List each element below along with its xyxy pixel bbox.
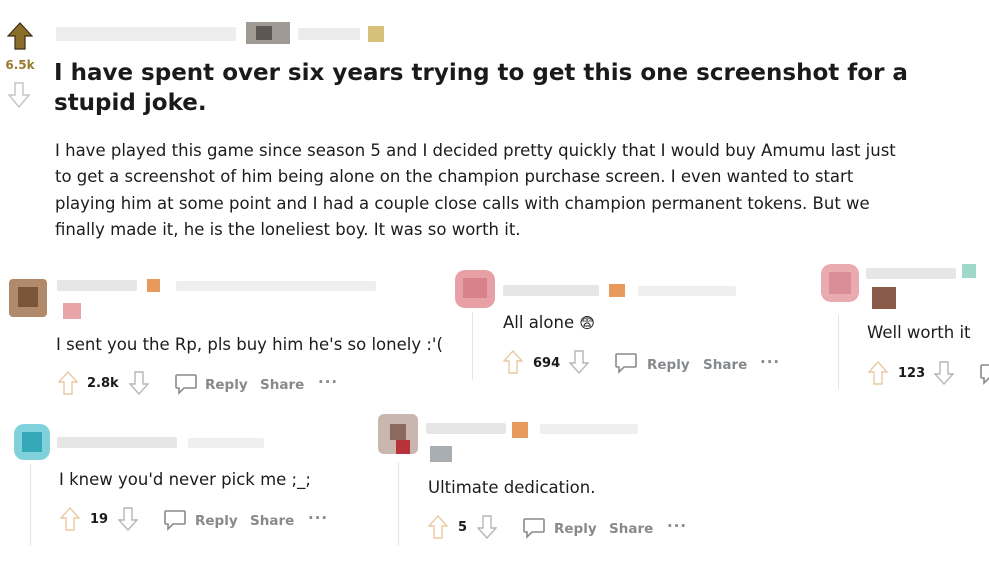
thread-line (30, 464, 31, 546)
comment-2-text: All alone 😨 (503, 313, 595, 332)
comment-5-text: Ultimate dedication. (428, 478, 596, 497)
comment-5-more-button[interactable]: ··· (667, 517, 687, 535)
comment-1-reply-icon[interactable] (174, 373, 198, 395)
post-upvote-icon[interactable] (7, 22, 33, 50)
comment-1-more-button[interactable]: ··· (318, 373, 338, 391)
comment-4-upvote-icon[interactable] (60, 507, 80, 531)
comment-3-upvote-icon[interactable] (868, 361, 888, 385)
comment-1-reply-button[interactable]: Reply (205, 377, 248, 393)
comment-1-downvote-icon[interactable] (129, 371, 149, 395)
comment-2-more-button[interactable]: ··· (760, 353, 780, 371)
comment-2-downvote-icon[interactable] (569, 350, 589, 374)
comment-4-reply-button[interactable]: Reply (195, 513, 238, 529)
comment-2-label: All alone (503, 313, 575, 332)
comment-5-share-button[interactable]: Share (609, 521, 653, 537)
comment-1-score: 2.8k (87, 376, 119, 391)
comment-2-share-button[interactable]: Share (703, 357, 747, 373)
comment-4-reply-icon[interactable] (163, 509, 187, 531)
comment-4-text: I knew you'd never pick me ;_; (59, 470, 311, 489)
post-score: 6.5k (5, 58, 35, 72)
comment-4-share-button[interactable]: Share (250, 513, 294, 529)
comment-1-upvote-icon[interactable] (58, 371, 78, 395)
comment-2-score: 694 (533, 356, 561, 371)
comment-5-upvote-icon[interactable] (428, 515, 448, 539)
post-body: I have played this game since season 5 a… (55, 141, 896, 239)
comment-5-score: 5 (458, 520, 468, 535)
comment-2-reply-button[interactable]: Reply (647, 357, 690, 373)
comment-3-reply-icon[interactable] (979, 363, 989, 385)
comment-3-text: Well worth it (867, 323, 971, 342)
comment-4-more-button[interactable]: ··· (308, 509, 328, 527)
comment-1-text: I sent you the Rp, pls buy him he's so l… (56, 335, 443, 354)
comment-2-reply-icon[interactable] (614, 352, 638, 374)
thread-line (398, 462, 399, 546)
post-title: I have spent over six years trying to ge… (54, 60, 908, 116)
comment-2-upvote-icon[interactable] (503, 350, 523, 374)
comment-3-score: 123 (898, 366, 926, 381)
comment-5-downvote-icon[interactable] (477, 515, 497, 539)
thread-line (472, 312, 473, 380)
comment-4-score: 19 (90, 512, 109, 527)
comment-4-downvote-icon[interactable] (118, 507, 138, 531)
comment-1-share-button[interactable]: Share (260, 377, 304, 393)
thread-line (838, 315, 839, 389)
comment-5-reply-icon[interactable] (522, 517, 546, 539)
post-downvote-icon[interactable] (8, 82, 30, 108)
comment-3-downvote-icon[interactable] (934, 361, 954, 385)
fearful-emoji-icon: 😨 (579, 314, 595, 332)
comment-5-reply-button[interactable]: Reply (554, 521, 597, 537)
